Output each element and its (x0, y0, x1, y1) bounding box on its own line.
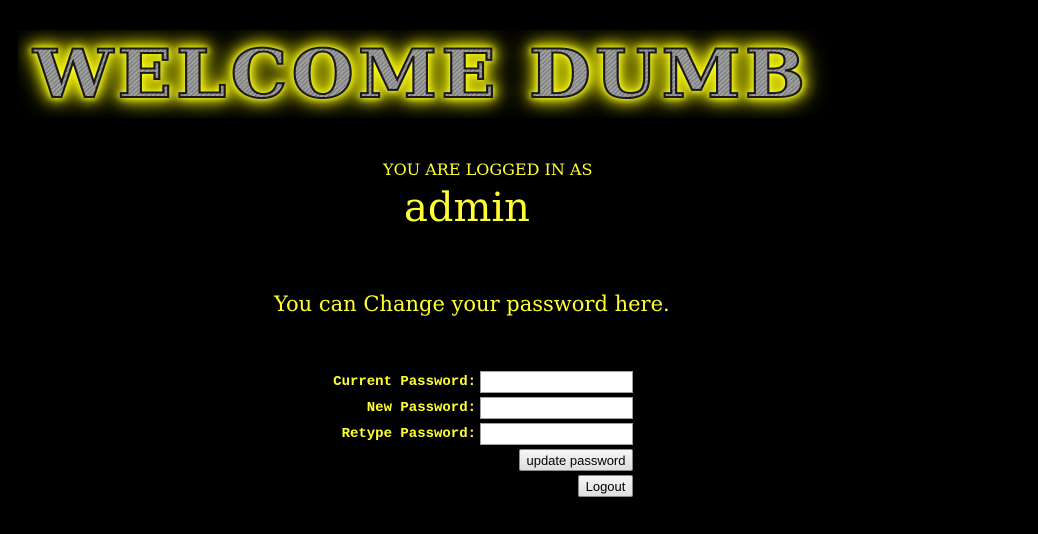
change-password-message: You can Change your password here. (274, 292, 670, 316)
logout-button[interactable]: Logout (578, 475, 633, 497)
retype-password-label: Retype Password: (341, 426, 476, 442)
current-password-input[interactable] (480, 371, 633, 393)
username-display: admin (404, 185, 530, 231)
banner-logo: WELCOME DUMB (18, 30, 938, 118)
retype-password-input[interactable] (480, 423, 633, 445)
new-password-label: New Password: (366, 400, 476, 416)
page: WELCOME DUMB YOU ARE LOGGED IN AS admin … (0, 0, 1038, 534)
new-password-input[interactable] (480, 397, 633, 419)
banner-title: WELCOME DUMB (18, 40, 809, 108)
logged-in-label: YOU ARE LOGGED IN AS (383, 160, 593, 179)
current-password-label: Current Password: (333, 374, 476, 390)
update-password-button[interactable]: update password (519, 449, 633, 471)
